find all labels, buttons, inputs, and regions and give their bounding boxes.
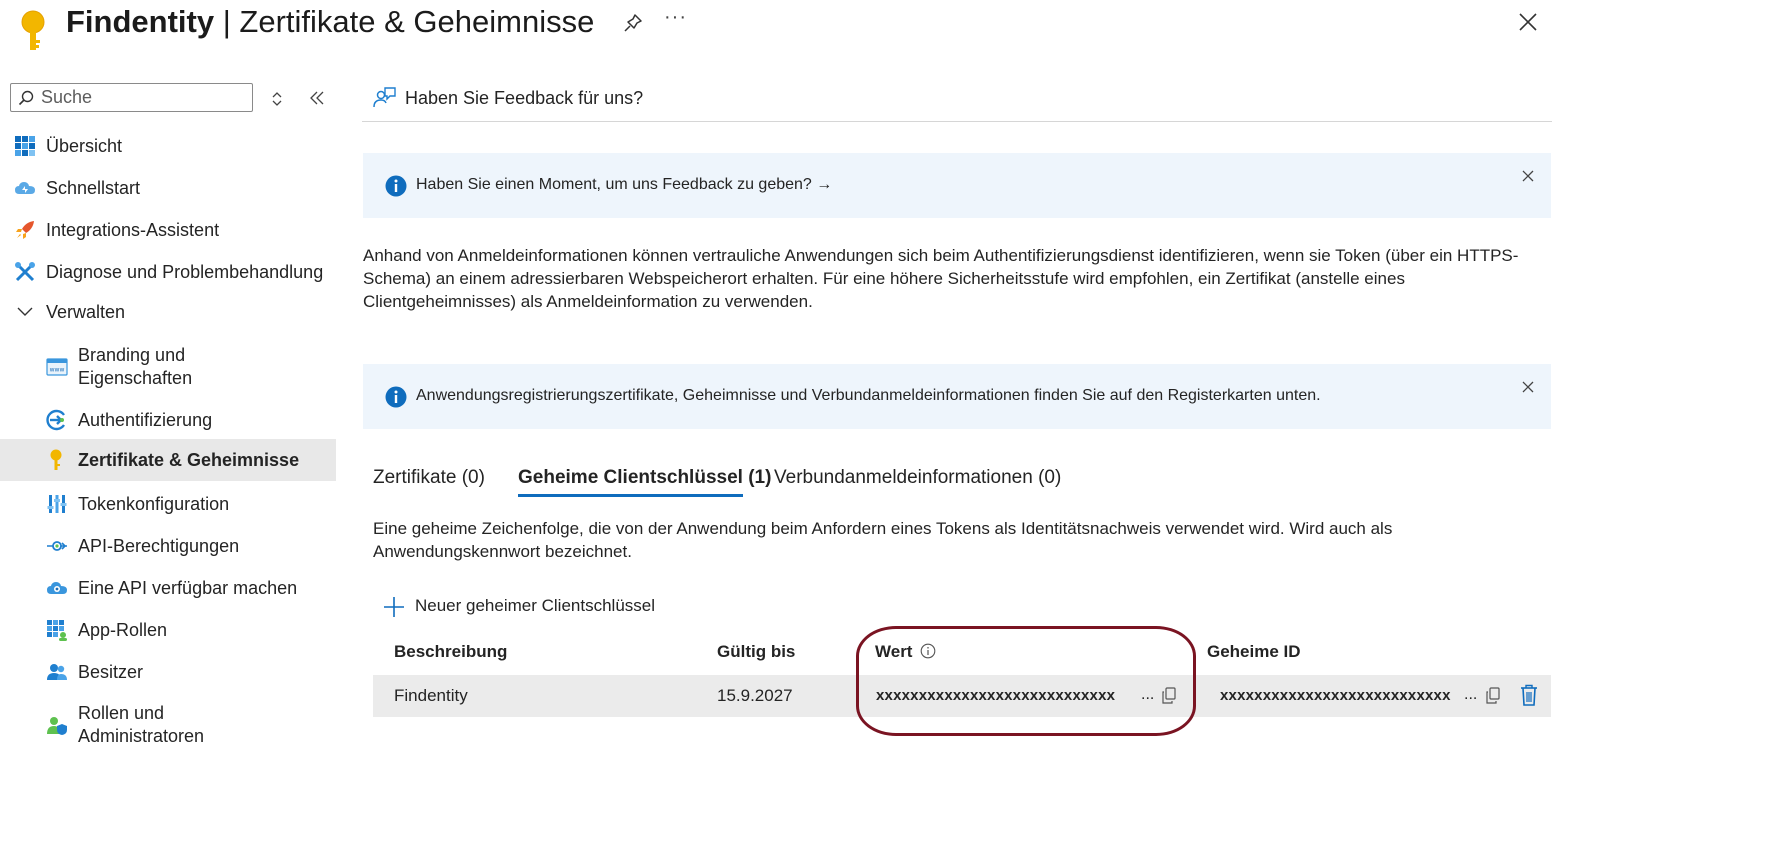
chevron-down-icon [16,303,38,325]
feedback-banner: Haben Sie einen Moment, um uns Feedback … [363,153,1551,218]
grid-icon [14,135,36,157]
cloud-api-icon [46,577,68,599]
column-header-expires: Gültig bis [717,642,796,661]
owners-icon [46,661,68,683]
auth-icon [46,409,68,431]
page-title-text: Zertifikate & Geheimnisse [239,4,595,39]
credentials-description: Anhand von Anmeldeinformationen können v… [363,246,1519,311]
admin-icon [46,714,68,736]
sort-updown-icon[interactable] [270,90,284,108]
bars-icon [46,493,68,515]
divider [362,121,1552,122]
sidebar-item-owners[interactable]: Besitzer [0,657,336,687]
copy-secret-id-icon[interactable] [1485,687,1501,705]
sidebar-item-label: Branding und Eigenschaften [78,345,193,388]
search-input[interactable] [41,87,246,108]
feedback-banner-text[interactable]: Haben Sie einen Moment, um uns Feedback … [416,176,832,194]
rocket-icon [14,219,36,241]
tabs-info-banner-text: Anwendungsregistrierungszertifikate, Geh… [416,387,1321,404]
sidebar-item-integration-assistant[interactable]: Integrations-Assistent [0,215,336,245]
close-icon[interactable] [1516,10,1540,34]
sidebar-item-diagnose[interactable]: Diagnose und Problembehandlung [0,257,336,287]
sidebar-item-label: Übersicht [46,136,123,156]
close-icon[interactable] [1521,380,1535,394]
sidebar-item-certificates-secrets[interactable]: Zertifikate & Geheimnisse [0,439,336,481]
secret-expires-cell: 15.9.2027 [717,686,793,705]
sidebar-item-label: App-Rollen [78,620,168,640]
plus-icon [384,597,404,617]
www-icon: www [46,356,68,378]
tabs-info-banner: Anwendungsregistrierungszertifikate, Geh… [363,364,1551,429]
cloud-icon [14,177,36,199]
sidebar-item-overview[interactable]: Übersicht [0,131,336,161]
close-icon[interactable] [1521,169,1535,183]
sidebar-group-label: Verwalten [46,302,126,322]
collapse-sidebar-icon[interactable] [308,89,326,107]
feedback-link[interactable]: Haben Sie Feedback für uns? [405,88,643,109]
value-highlight-annotation [856,626,1196,736]
more-options-button[interactable]: ··· [664,6,687,29]
sidebar-item-label: Diagnose und Problembehandlung [46,262,324,282]
sidebar-item-app-roles[interactable]: App-Rollen [0,615,336,645]
sidebar-item-label: Authentifizierung [78,410,213,430]
info-icon [385,175,407,197]
sidebar-item-label: Rollen und Administratoren [78,703,205,746]
new-client-secret-label: Neuer geheimer Clientschlüssel [415,596,656,615]
secret-description-cell: Findentity [394,686,468,705]
delete-icon[interactable] [1520,684,1538,706]
sidebar-item-label: Besitzer [78,662,144,682]
search-field[interactable] [10,83,253,112]
sidebar-item-roles-admins[interactable]: Rollen und Administratoren [0,699,336,751]
sidebar-item-authentication[interactable]: Authentifizierung [0,405,336,435]
sidebar-item-label: Integrations-Assistent [46,220,220,240]
search-icon [18,90,34,106]
sidebar-group-manage[interactable]: Verwalten [0,297,336,327]
wrench-icon [14,261,36,283]
key-icon [48,449,70,471]
page-title: Findentity | Zertifikate & Geheimnisse [66,4,594,40]
sidebar-item-branding[interactable]: www Branding und Eigenschaften [0,341,336,393]
sidebar-item-label: API-Berechtigungen [78,536,240,556]
sidebar-item-label: Schnellstart [46,178,141,198]
sidebar-item-quickstart[interactable]: Schnellstart [0,173,336,203]
info-icon [385,386,407,408]
column-header-secret-id: Geheime ID [1207,642,1301,661]
secret-id-cell: xxxxxxxxxxxxxxxxxxxxxxxxxxx [1220,687,1451,704]
sidebar-item-label: Tokenkonfiguration [78,494,230,514]
sidebar-item-api-permissions[interactable]: API-Berechtigungen [0,531,336,561]
tab-certificates[interactable]: Zertifikate (0) [373,467,485,489]
active-tab-indicator [518,494,743,497]
sidebar-item-label: Zertifikate & Geheimnisse [78,450,300,470]
sidebar-item-expose-api[interactable]: Eine API verfügbar machen [0,573,336,603]
svg-text:www: www [50,367,65,374]
sidebar-item-token-config[interactable]: Tokenkonfiguration [0,489,336,519]
app-name: Findentity [66,4,215,39]
key-logo-icon [18,10,48,52]
column-header-description: Beschreibung [394,642,508,661]
secret-id-ellipsis: ... [1464,686,1478,703]
client-secret-description: Eine geheime Zeichenfolge, die von der A… [373,519,1393,561]
tab-federated-credentials[interactable]: Verbundanmeldeinformationen (0) [774,467,1061,489]
pin-icon[interactable] [622,12,644,34]
feedback-icon[interactable] [372,86,396,110]
app-roles-icon [46,619,68,641]
title-separator: | [222,4,231,39]
sidebar-item-label: Eine API verfügbar machen [78,578,298,598]
tab-client-secrets[interactable]: Geheime Clientschlüssel (1) [518,467,771,489]
api-icon [46,535,68,557]
